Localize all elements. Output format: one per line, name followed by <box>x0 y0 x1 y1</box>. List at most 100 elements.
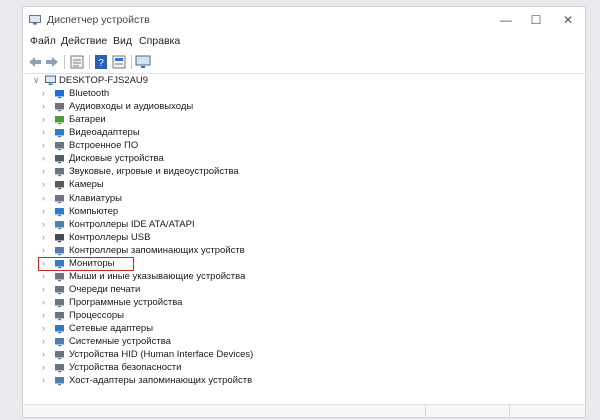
status-separator <box>425 405 426 417</box>
collapsed-chevron-icon[interactable]: › <box>42 218 52 231</box>
collapsed-chevron-icon[interactable]: › <box>42 205 52 218</box>
tree-category-label: Аудиовходы и аудиовыходы <box>69 101 194 113</box>
speaker-icon <box>55 103 64 112</box>
tree-category[interactable]: › Процессоры <box>23 309 585 322</box>
toolbar-separator <box>89 55 90 69</box>
network-adapter-icon <box>55 325 64 334</box>
toolbar: ? <box>23 51 585 74</box>
tree-category-label: Сетевые адаптеры <box>69 323 154 334</box>
details-icon[interactable] <box>111 54 127 70</box>
disk-drive-icon <box>55 155 64 164</box>
tree-category[interactable]: › Встроенное ПО <box>23 139 585 152</box>
system-device-icon <box>55 338 64 347</box>
collapsed-chevron-icon[interactable]: › <box>42 87 52 100</box>
printer-icon <box>55 285 64 294</box>
collapsed-chevron-icon[interactable]: › <box>42 100 52 113</box>
tree-category[interactable]: › Устройства HID (Human Interface Devices… <box>23 348 585 361</box>
tree-root[interactable]: ∨ DESKTOP-FJS2AU9 <box>23 74 585 87</box>
menu-view[interactable]: Вид <box>113 35 132 47</box>
collapsed-chevron-icon[interactable]: › <box>42 152 52 165</box>
collapsed-chevron-icon[interactable]: › <box>42 165 52 178</box>
collapsed-chevron-icon[interactable]: › <box>42 296 52 309</box>
collapsed-chevron-icon[interactable]: › <box>42 374 52 387</box>
collapsed-chevron-icon[interactable]: › <box>42 178 52 191</box>
tree-category[interactable]: › Клавиатуры <box>23 192 585 205</box>
tree-category-label: Камеры <box>69 179 104 191</box>
tree-category-label: Звуковые, игровые и видеоустройства <box>69 166 239 178</box>
svg-text:?: ? <box>98 58 104 69</box>
tree-category-label: Видеоадаптеры <box>69 127 140 139</box>
tree-category[interactable]: › Контроллеры IDE ATA/ATAPI <box>23 218 585 231</box>
close-button[interactable]: ✕ <box>555 11 581 29</box>
tree-category[interactable]: › Хост-адаптеры запоминающих устройств <box>23 374 585 387</box>
tree-category[interactable]: › Батареи <box>23 113 585 126</box>
tree-category-label: Мыши и иные указывающие устройства <box>69 270 246 282</box>
status-bar <box>23 404 585 417</box>
menu-file[interactable]: Файл <box>30 35 56 47</box>
collapsed-chevron-icon[interactable]: › <box>42 270 52 283</box>
tree-category[interactable]: › Контроллеры запоминающих устройств <box>23 244 585 257</box>
collapsed-chevron-icon[interactable]: › <box>42 126 52 139</box>
hid-icon <box>55 351 64 360</box>
forward-arrow-icon[interactable] <box>44 54 60 70</box>
toolbar-separator <box>64 55 65 69</box>
minimize-button[interactable]: — <box>493 11 519 29</box>
highlight-box <box>38 257 134 271</box>
tree-category[interactable]: › Камеры <box>23 178 585 191</box>
title-bar: Диспетчер устройств — ☐ ✕ <box>23 7 585 33</box>
back-arrow-icon[interactable] <box>27 54 43 70</box>
tree-category[interactable]: › Звуковые, игровые и видеоустройства <box>23 165 585 178</box>
usb-icon <box>55 233 64 242</box>
tree-category[interactable]: › Программные устройства <box>23 296 585 309</box>
tree-category[interactable]: › Мыши и иные указывающие устройства <box>23 270 585 283</box>
menu-bar: Файл Действие Вид Справка <box>23 33 585 51</box>
tree-category[interactable]: › Сетевые адаптеры <box>23 322 585 335</box>
menu-action[interactable]: Действие <box>61 35 107 47</box>
display-adapter-icon <box>55 129 64 138</box>
toolbar-separator <box>131 55 132 69</box>
collapsed-chevron-icon[interactable]: › <box>42 244 52 257</box>
monitor-scan-icon[interactable] <box>135 54 151 70</box>
collapsed-chevron-icon[interactable]: › <box>42 139 52 152</box>
properties-icon[interactable] <box>69 54 85 70</box>
expanded-chevron-icon[interactable]: ∨ <box>33 74 43 87</box>
collapsed-chevron-icon[interactable]: › <box>42 322 52 335</box>
software-device-icon <box>55 298 64 308</box>
tree-category-label: Системные устройства <box>69 336 171 347</box>
tree-category[interactable]: › Bluetooth <box>23 87 585 100</box>
firmware-icon <box>55 142 64 151</box>
menu-help[interactable]: Справка <box>139 35 180 47</box>
tree-category-label: Устройства безопасности <box>69 362 182 374</box>
camera-icon <box>55 181 64 190</box>
tree-category[interactable]: › Очереди печати <box>23 283 585 296</box>
collapsed-chevron-icon[interactable]: › <box>42 231 52 244</box>
computer-icon <box>55 207 64 216</box>
device-manager-window: Диспетчер устройств — ☐ ✕ Файл Действие … <box>22 6 586 418</box>
collapsed-chevron-icon[interactable]: › <box>42 348 52 361</box>
maximize-button[interactable]: ☐ <box>523 11 549 29</box>
device-manager-app-icon <box>29 15 41 25</box>
collapsed-chevron-icon[interactable]: › <box>42 113 52 126</box>
bluetooth-icon <box>55 90 64 99</box>
collapsed-chevron-icon[interactable]: › <box>42 283 52 296</box>
tree-category-label: Устройства HID (Human Interface Devices) <box>69 349 254 361</box>
collapsed-chevron-icon[interactable]: › <box>42 361 52 374</box>
tree-category-label: Процессоры <box>69 309 125 321</box>
collapsed-chevron-icon[interactable]: › <box>42 309 52 322</box>
collapsed-chevron-icon[interactable]: › <box>42 192 52 205</box>
tree-category[interactable]: › Дисковые устройства <box>23 152 585 165</box>
ide-controller-icon <box>55 220 64 229</box>
tree-category[interactable]: › Устройства безопасности <box>23 361 585 374</box>
tree-category-label: Bluetooth <box>69 88 110 100</box>
tree-category[interactable]: › Аудиовходы и аудиовыходы <box>23 100 585 113</box>
help-icon[interactable]: ? <box>93 54 109 70</box>
security-device-icon <box>55 364 64 373</box>
tree-category[interactable]: › Видеоадаптеры <box>23 126 585 139</box>
keyboard-icon <box>55 194 64 203</box>
mouse-icon <box>55 272 64 281</box>
tree-category[interactable]: › Компьютер <box>23 205 585 218</box>
tree-category-label: Контроллеры IDE ATA/ATAPI <box>69 218 195 230</box>
tree-category[interactable]: › Контроллеры USB <box>23 231 585 244</box>
collapsed-chevron-icon[interactable]: › <box>42 335 52 348</box>
tree-category[interactable]: › Системные устройства <box>23 335 585 348</box>
